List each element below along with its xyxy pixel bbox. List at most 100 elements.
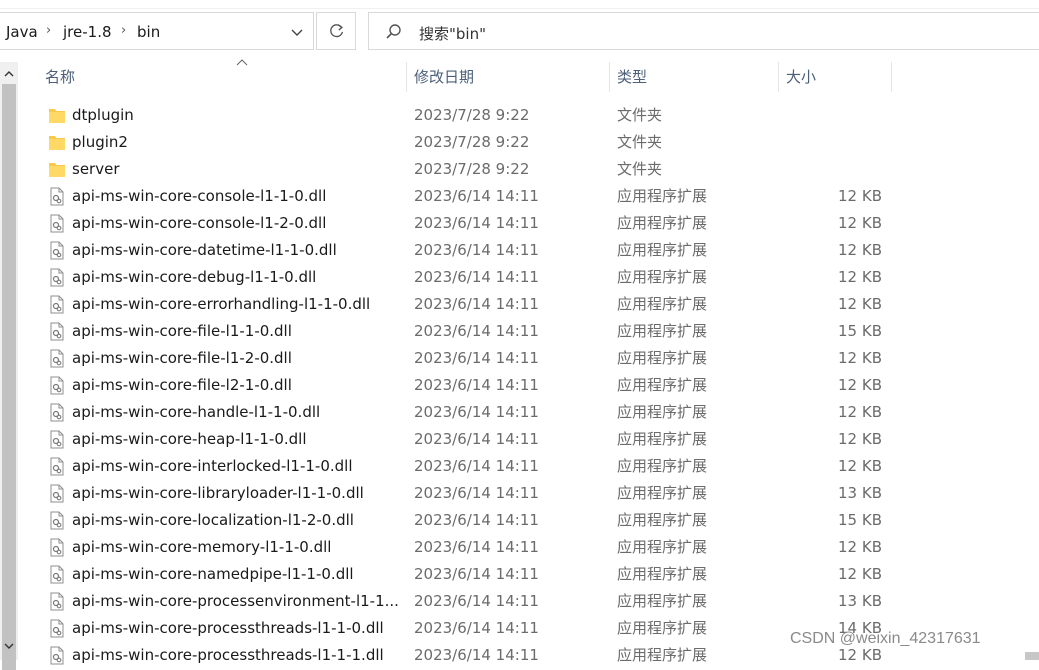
- file-size: 12 KB: [838, 457, 882, 475]
- file-row[interactable]: api-ms-win-core-memory-l1-1-0.dll 2023/6/…: [18, 534, 1039, 561]
- dll-file-icon: [50, 268, 64, 287]
- file-name: api-ms-win-core-datetime-l1-1-0.dll: [72, 241, 337, 259]
- scroll-down-icon[interactable]: [3, 640, 15, 652]
- search-box[interactable]: 搜索"bin": [368, 12, 1039, 50]
- file-date: 2023/6/14 14:11: [414, 538, 539, 556]
- file-date: 2023/6/14 14:11: [414, 214, 539, 232]
- file-date: 2023/6/14 14:11: [414, 646, 539, 664]
- file-size: 15 KB: [838, 322, 882, 340]
- file-row[interactable]: api-ms-win-core-namedpipe-l1-1-0.dll 2023…: [18, 561, 1039, 588]
- column-header-type[interactable]: 类型: [617, 62, 647, 92]
- file-type: 应用程序扩展: [617, 484, 708, 502]
- dll-file-icon: [50, 646, 64, 665]
- file-row[interactable]: api-ms-win-core-processenvironment-l1-1.…: [18, 588, 1039, 615]
- file-date: 2023/6/14 14:11: [414, 511, 539, 529]
- file-name: api-ms-win-core-processthreads-l1-1-1.dl…: [72, 646, 384, 664]
- refresh-button[interactable]: [316, 12, 356, 50]
- file-date: 2023/6/14 14:11: [414, 376, 539, 394]
- file-row[interactable]: api-ms-win-core-file-l1-1-0.dll 2023/6/14…: [18, 318, 1039, 345]
- file-date: 2023/7/28 9:22: [414, 106, 530, 124]
- file-type: 应用程序扩展: [617, 430, 708, 448]
- file-row[interactable]: api-ms-win-core-file-l2-1-0.dll 2023/6/14…: [18, 372, 1039, 399]
- vertical-scrollbar[interactable]: [0, 62, 18, 670]
- file-row[interactable]: api-ms-win-core-datetime-l1-1-0.dll 2023/…: [18, 237, 1039, 264]
- file-size: [782, 102, 882, 129]
- column-headers: 名称 修改日期 类型 大小: [18, 59, 1039, 92]
- file-date: 2023/6/14 14:11: [414, 619, 539, 637]
- refresh-icon: [330, 24, 344, 38]
- breadcrumb-separator-icon[interactable]: ›: [121, 23, 126, 38]
- column-header-size[interactable]: 大小: [786, 62, 816, 92]
- search-input[interactable]: 搜索"bin": [419, 23, 486, 44]
- file-row[interactable]: api-ms-win-core-interlocked-l1-1-0.dll 20…: [18, 453, 1039, 480]
- file-row[interactable]: api-ms-win-core-handle-l1-1-0.dll 2023/6/…: [18, 399, 1039, 426]
- breadcrumb-separator-icon[interactable]: ›: [46, 23, 51, 38]
- dll-file-icon: [50, 619, 64, 638]
- dll-file-icon: [50, 538, 64, 557]
- file-type: 应用程序扩展: [617, 268, 708, 286]
- file-row[interactable]: plugin2 2023/7/28 9:22 文件夹: [18, 129, 1039, 156]
- folder-icon: [49, 163, 65, 177]
- dll-file-icon: [50, 241, 64, 260]
- file-row[interactable]: api-ms-win-core-localization-l1-2-0.dll 2…: [18, 507, 1039, 534]
- column-header-date[interactable]: 修改日期: [414, 62, 474, 92]
- breadcrumb-jre[interactable]: jre-1.8: [63, 23, 112, 41]
- file-date: 2023/6/14 14:11: [414, 457, 539, 475]
- file-date: 2023/6/14 14:11: [414, 403, 539, 421]
- column-divider[interactable]: [609, 62, 610, 92]
- file-name: server: [72, 160, 120, 178]
- window-corner: [1025, 652, 1039, 660]
- file-size: 12 KB: [838, 295, 882, 313]
- file-row[interactable]: api-ms-win-core-file-l1-2-0.dll 2023/6/14…: [18, 345, 1039, 372]
- file-name: api-ms-win-core-console-l1-1-0.dll: [72, 187, 327, 205]
- file-row[interactable]: api-ms-win-core-console-l1-1-0.dll 2023/6…: [18, 183, 1039, 210]
- file-size: 12 KB: [838, 403, 882, 421]
- breadcrumb-java[interactable]: Java: [6, 23, 38, 41]
- file-size: 13 KB: [838, 484, 882, 502]
- search-icon: [386, 24, 401, 39]
- file-row[interactable]: api-ms-win-core-libraryloader-l1-1-0.dll…: [18, 480, 1039, 507]
- column-divider[interactable]: [891, 62, 892, 92]
- column-header-name[interactable]: 名称: [45, 62, 75, 92]
- file-name: api-ms-win-core-handle-l1-1-0.dll: [72, 403, 321, 421]
- file-row[interactable]: api-ms-win-core-console-l1-2-0.dll 2023/6…: [18, 210, 1039, 237]
- file-type: 应用程序扩展: [617, 511, 708, 529]
- folder-icon: [49, 136, 65, 150]
- toolbar: Java › jre-1.8 › bin 搜索"bin": [0, 0, 1039, 62]
- dll-file-icon: [50, 565, 64, 584]
- file-size: 12 KB: [838, 214, 882, 232]
- dll-file-icon: [50, 511, 64, 530]
- file-date: 2023/6/14 14:11: [414, 295, 539, 313]
- address-bar[interactable]: Java › jre-1.8 › bin: [0, 12, 314, 50]
- dll-file-icon: [50, 592, 64, 611]
- file-type: 应用程序扩展: [617, 592, 708, 610]
- file-name: api-ms-win-core-debug-l1-1-0.dll: [72, 268, 317, 286]
- dll-file-icon: [50, 322, 64, 341]
- file-name: api-ms-win-core-processthreads-l1-1-0.dl…: [72, 619, 384, 637]
- column-divider[interactable]: [778, 62, 779, 92]
- file-name: plugin2: [72, 133, 128, 151]
- scrollbar-thumb[interactable]: [2, 84, 16, 670]
- file-row[interactable]: dtplugin 2023/7/28 9:22 文件夹: [18, 102, 1039, 129]
- column-divider[interactable]: [406, 62, 407, 92]
- file-row[interactable]: api-ms-win-core-errorhandling-l1-1-0.dll…: [18, 291, 1039, 318]
- dll-file-icon: [50, 430, 64, 449]
- chevron-down-icon[interactable]: [290, 25, 304, 39]
- breadcrumb-bin[interactable]: bin: [137, 23, 160, 41]
- dll-file-icon: [50, 187, 64, 206]
- file-type: 应用程序扩展: [617, 619, 708, 637]
- file-row[interactable]: server 2023/7/28 9:22 文件夹: [18, 156, 1039, 183]
- file-name: api-ms-win-core-errorhandling-l1-1-0.dll: [72, 295, 371, 313]
- file-date: 2023/6/14 14:11: [414, 349, 539, 367]
- scroll-up-icon[interactable]: [3, 68, 15, 80]
- file-type: 文件夹: [617, 106, 663, 124]
- file-row[interactable]: api-ms-win-core-debug-l1-1-0.dll 2023/6/1…: [18, 264, 1039, 291]
- file-size: 12 KB: [838, 376, 882, 394]
- file-type: 应用程序扩展: [617, 565, 708, 583]
- file-name: api-ms-win-core-interlocked-l1-1-0.dll: [72, 457, 353, 475]
- file-name: dtplugin: [72, 106, 134, 124]
- file-row[interactable]: api-ms-win-core-heap-l1-1-0.dll 2023/6/14…: [18, 426, 1039, 453]
- file-size: 12 KB: [838, 268, 882, 286]
- file-size: 12 KB: [838, 187, 882, 205]
- file-name: api-ms-win-core-localization-l1-2-0.dll: [72, 511, 354, 529]
